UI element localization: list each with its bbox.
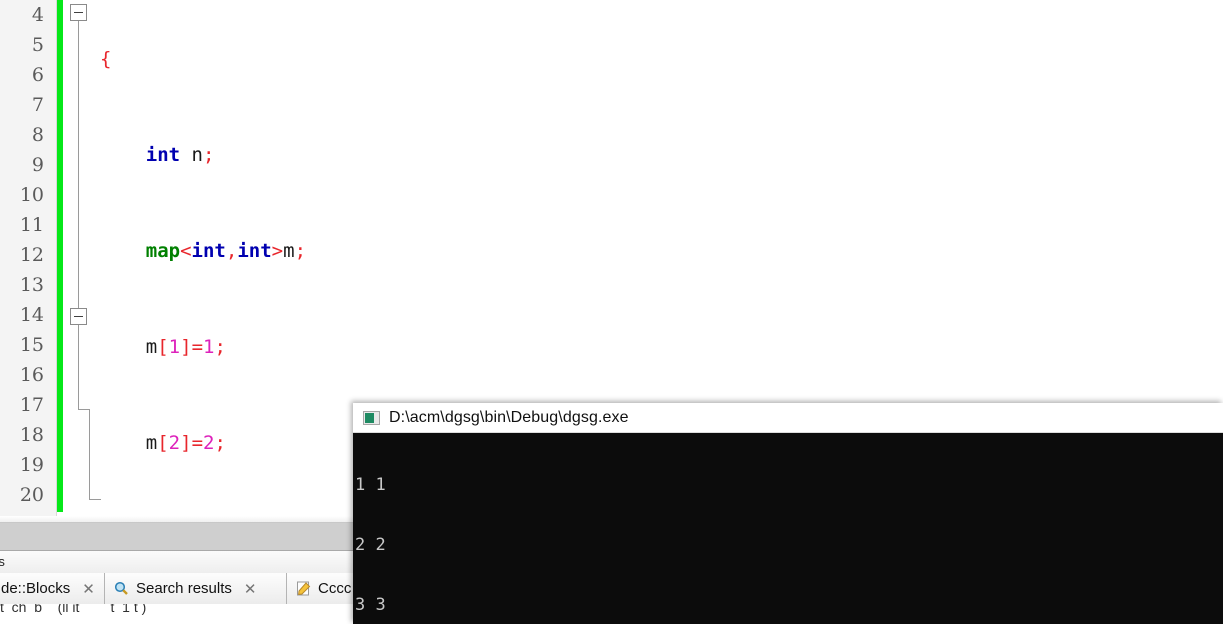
tok-number: 2 — [168, 432, 181, 454]
tok-ident: m — [145, 432, 158, 454]
line-number: 19 — [19, 454, 44, 476]
bottom-cutoff-text: t ch b (ll it t 1 t ) — [0, 604, 147, 615]
console-line: 2 2 — [355, 535, 386, 555]
fold-margin[interactable] — [64, 0, 101, 516]
tok-punct: < — [180, 240, 192, 262]
fold-guide-outer-lower — [89, 409, 90, 499]
tok-punct: ; — [294, 240, 307, 262]
code-line-7[interactable]: m[1]=1; — [94, 332, 1223, 362]
line-number: 11 — [19, 214, 44, 236]
tok: { — [100, 48, 112, 70]
line-number: 12 — [19, 244, 44, 266]
tok-number: 1 — [203, 336, 215, 358]
tok-punct: [ — [157, 432, 169, 454]
line-number: 18 — [19, 424, 44, 446]
line-number: 16 — [19, 364, 44, 386]
console-output: 1 1 2 2 3 3 4 4 5 5 Process returned 0 (… — [353, 433, 1223, 624]
console-window[interactable]: D:\acm\dgsg\bin\Debug\dgsg.exe 1 1 2 2 3… — [353, 403, 1223, 624]
tab-search-results[interactable]: Search results ✕ — [105, 573, 287, 604]
code-line-6[interactable]: map<int,int>m; — [94, 236, 1223, 266]
line-number: 4 — [31, 4, 44, 26]
console-window-icon — [363, 410, 380, 425]
screen: 4 5 6 7 8 9 10 11 12 13 14 15 16 17 18 1… — [0, 0, 1223, 624]
tok-punct: ]= — [180, 432, 204, 454]
console-line: 1 1 — [355, 475, 386, 495]
code-line-5[interactable]: int n; — [94, 140, 1223, 170]
tab-close-icon[interactable]: ✕ — [244, 580, 257, 598]
tok-ident: m — [283, 240, 295, 262]
line-number: 6 — [31, 64, 44, 86]
tok-keyword: int — [237, 240, 272, 262]
tok-number: 2 — [203, 432, 215, 454]
tok-ident: n — [191, 144, 203, 166]
log-panel-header-label: rs — [0, 554, 5, 569]
line-number: 5 — [31, 34, 44, 56]
tab-close-icon[interactable]: ✕ — [82, 580, 95, 598]
tab-codeblocks[interactable]: de::Blocks ✕ — [0, 573, 105, 604]
search-icon — [113, 580, 130, 597]
tok-punct: ]= — [180, 336, 204, 358]
line-number: 15 — [19, 334, 44, 356]
line-number: 7 — [31, 94, 44, 116]
tok-punct: [ — [157, 336, 169, 358]
fold-toggle-line-14[interactable] — [70, 308, 87, 325]
line-number: 9 — [31, 154, 44, 176]
tok-punct: > — [271, 240, 284, 262]
console-title-bar[interactable]: D:\acm\dgsg\bin\Debug\dgsg.exe — [353, 403, 1223, 433]
line-number: 14 — [19, 304, 44, 326]
tok-number: 1 — [168, 336, 181, 358]
tok-punct: ; — [214, 336, 226, 358]
code-line-4[interactable]: { — [94, 44, 1223, 74]
tok-type: map — [145, 240, 181, 262]
tab-label: Search results — [136, 580, 232, 597]
line-number: 20 — [19, 484, 44, 506]
fold-toggle-line-4[interactable] — [70, 4, 87, 21]
line-number: 8 — [31, 124, 44, 146]
fold-guide-inner — [78, 325, 79, 409]
tok-punct: ; — [214, 432, 226, 454]
tok-ident: m — [145, 336, 158, 358]
console-line: 3 3 — [355, 595, 386, 615]
tok-keyword: int — [191, 240, 226, 262]
line-number: 17 — [19, 394, 44, 416]
change-marker-bar — [57, 0, 63, 512]
console-title-text: D:\acm\dgsg\bin\Debug\dgsg.exe — [389, 408, 629, 426]
tab-label: de::Blocks — [1, 580, 71, 597]
line-number: 10 — [19, 184, 44, 206]
line-number: 13 — [19, 274, 44, 296]
tab-label: Cccc — [318, 580, 352, 597]
pencil-icon — [295, 580, 312, 597]
tok-punct: , — [225, 240, 238, 262]
tok-punct: ; — [203, 144, 215, 166]
fold-guide-outer — [78, 21, 79, 308]
line-number-column: 4 5 6 7 8 9 10 11 12 13 14 15 16 17 18 1… — [0, 0, 50, 510]
tok-keyword: int — [145, 144, 181, 166]
